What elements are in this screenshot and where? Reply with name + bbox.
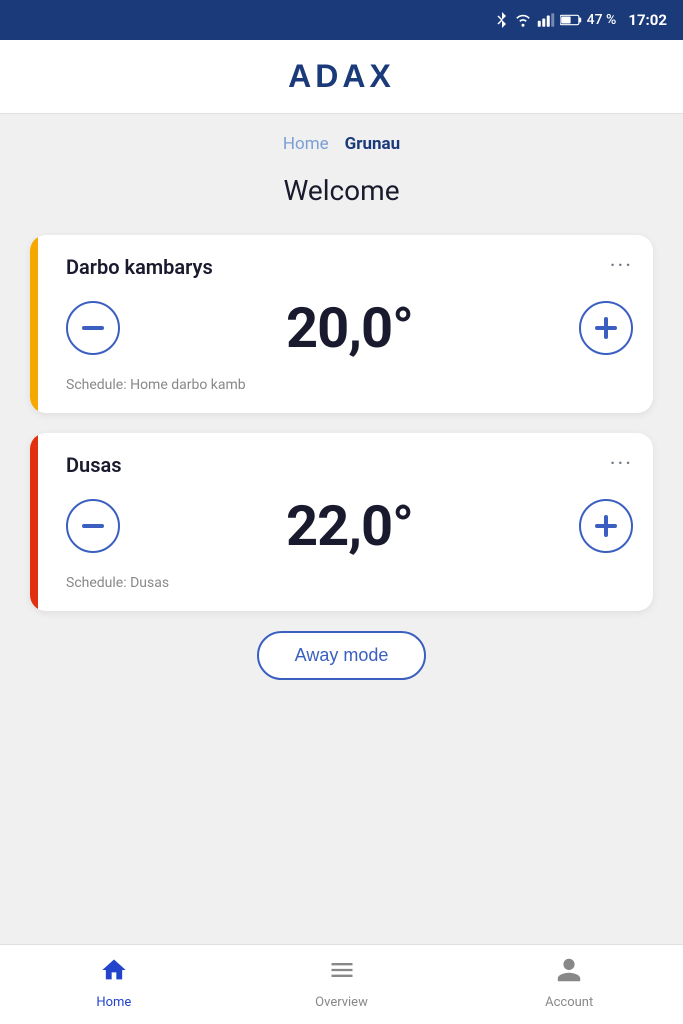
nav-item-account[interactable]: Account xyxy=(455,956,683,1010)
bluetooth-icon xyxy=(495,11,509,29)
breadcrumb-grunau[interactable]: Grunau xyxy=(345,134,400,154)
nav-item-overview[interactable]: Overview xyxy=(228,956,456,1010)
card-content-1: Darbo kambarys ··· 20,0° Schedule: Hom xyxy=(66,255,633,393)
device-card-2: Dusas ··· 22,0° Schedule: Dusas xyxy=(30,433,653,611)
overview-icon xyxy=(328,956,356,991)
battery-percentage: 47 % xyxy=(587,12,617,28)
nav-label-home: Home xyxy=(96,995,131,1010)
card-header-2: Dusas ··· xyxy=(66,453,633,477)
battery-icon xyxy=(560,14,582,26)
schedule-label-1: Schedule: Home darbo kamb xyxy=(66,377,633,393)
breadcrumb-home[interactable]: Home xyxy=(283,134,329,154)
app-header: ADAX xyxy=(0,40,683,114)
welcome-title: Welcome xyxy=(30,174,653,207)
breadcrumb: Home Grunau xyxy=(30,134,653,154)
decrease-button-1[interactable] xyxy=(66,301,120,355)
decrease-button-2[interactable] xyxy=(66,499,120,553)
minus-icon-2 xyxy=(82,524,104,528)
temp-row-2: 22,0° xyxy=(66,493,633,559)
device-name-1: Darbo kambarys xyxy=(66,255,213,279)
accent-bar-2 xyxy=(30,433,38,611)
temperature-value-2: 22,0° xyxy=(286,493,413,559)
bottom-nav: Home Overview Account xyxy=(0,944,683,1024)
more-button-2[interactable]: ··· xyxy=(610,454,633,476)
accent-bar-1 xyxy=(30,235,38,413)
plus-icon-2 xyxy=(595,515,617,537)
status-time: 17:02 xyxy=(628,11,667,29)
status-icons: 47 % xyxy=(495,11,617,29)
status-bar: 47 % 17:02 xyxy=(0,0,683,40)
home-icon xyxy=(100,956,128,991)
more-button-1[interactable]: ··· xyxy=(610,256,633,278)
away-mode-container: Away mode xyxy=(30,631,653,680)
signal-icon xyxy=(537,13,555,27)
nav-item-home[interactable]: Home xyxy=(0,956,228,1010)
nav-label-overview: Overview xyxy=(315,995,368,1010)
minus-icon-1 xyxy=(82,326,104,330)
plus-icon-1 xyxy=(595,317,617,339)
app-logo: ADAX xyxy=(288,58,395,95)
schedule-label-2: Schedule: Dusas xyxy=(66,575,633,591)
device-card-1: Darbo kambarys ··· 20,0° Schedule: Hom xyxy=(30,235,653,413)
card-content-2: Dusas ··· 22,0° Schedule: Dusas xyxy=(66,453,633,591)
increase-button-2[interactable] xyxy=(579,499,633,553)
card-header-1: Darbo kambarys ··· xyxy=(66,255,633,279)
nav-label-account: Account xyxy=(545,995,593,1010)
away-mode-button[interactable]: Away mode xyxy=(257,631,427,680)
wifi-icon xyxy=(514,13,532,27)
temperature-value-1: 20,0° xyxy=(286,295,413,361)
device-name-2: Dusas xyxy=(66,453,122,477)
increase-button-1[interactable] xyxy=(579,301,633,355)
account-icon xyxy=(555,956,583,991)
temp-row-1: 20,0° xyxy=(66,295,633,361)
main-content: Home Grunau Welcome Darbo kambarys ··· 2… xyxy=(0,114,683,944)
